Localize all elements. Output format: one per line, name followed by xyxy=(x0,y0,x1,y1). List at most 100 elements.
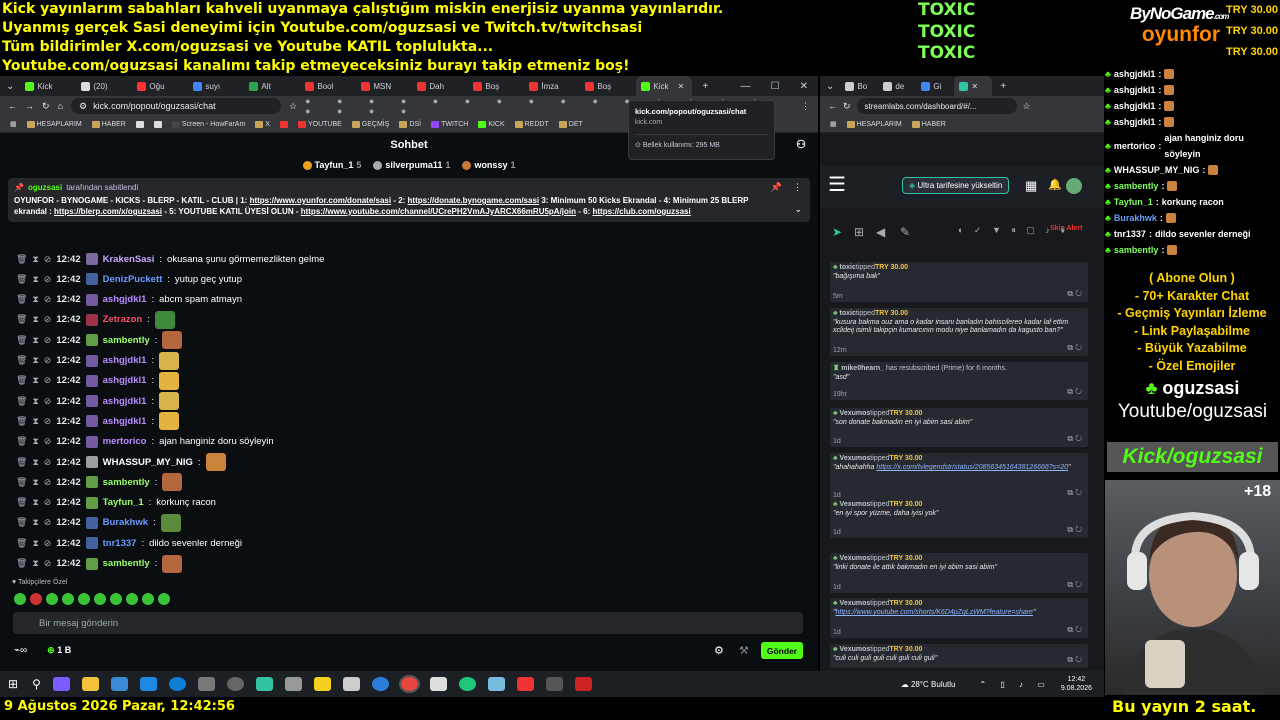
send-icon[interactable]: ➤ xyxy=(832,225,842,239)
delete-message-icon[interactable]: 🗑 xyxy=(16,497,27,508)
emote[interactable] xyxy=(78,593,90,605)
bookmark[interactable] xyxy=(135,120,144,128)
more-options-icon[interactable]: ⋮ xyxy=(793,182,802,193)
taskbar-app-icon[interactable] xyxy=(313,677,331,691)
timeout-icon[interactable]: ⧗ xyxy=(32,416,38,427)
timeout-icon[interactable]: ⧗ xyxy=(32,314,38,325)
timeout-icon[interactable]: ⧗ xyxy=(32,294,38,305)
menu-icon[interactable]: ⋮ xyxy=(801,101,810,112)
tab[interactable]: Bo xyxy=(840,76,878,96)
delete-message-icon[interactable]: 🗑 xyxy=(16,477,27,488)
maximize-button[interactable]: ☐ xyxy=(761,81,790,92)
ban-icon[interactable]: ⊘ xyxy=(44,314,52,325)
back-icon[interactable]: ← xyxy=(8,101,17,111)
taskbar-app-icon[interactable] xyxy=(226,677,244,691)
tab[interactable]: Gi xyxy=(916,76,954,96)
message-username[interactable]: ashgjdkl1 xyxy=(103,396,147,407)
user-settings-icon[interactable]: ⚇ xyxy=(796,138,806,151)
apps-icon[interactable]: ▦ xyxy=(830,120,837,128)
timeout-icon[interactable]: ⧗ xyxy=(32,497,38,508)
start-windows-icon[interactable]: ⊞ xyxy=(8,677,18,691)
bookmark[interactable]: HABER xyxy=(91,120,126,128)
tab[interactable]: Oğu xyxy=(132,76,188,96)
timeout-icon[interactable]: ⧗ xyxy=(32,396,38,407)
ban-icon[interactable]: ⊘ xyxy=(44,396,52,407)
camera-icon[interactable] xyxy=(197,677,215,691)
replay-icon[interactable]: ⧉ ↻ xyxy=(1067,387,1082,397)
chrome-icon[interactable] xyxy=(398,675,420,693)
tab-search-icon[interactable]: ⌄ xyxy=(820,81,840,92)
emote[interactable] xyxy=(30,593,42,605)
ban-icon[interactable]: ⊘ xyxy=(44,497,52,508)
emote[interactable] xyxy=(94,593,106,605)
tab[interactable]: de xyxy=(878,76,916,96)
emote[interactable] xyxy=(46,593,58,605)
close-window-button[interactable]: ✕ xyxy=(790,81,818,92)
emote[interactable] xyxy=(142,593,154,605)
timeout-icon[interactable]: ⧗ xyxy=(32,558,38,569)
bookmark[interactable]: X xyxy=(255,120,270,128)
streamlabs-icon[interactable] xyxy=(255,677,273,691)
replay-icon[interactable]: ⧉ ↻ xyxy=(1067,580,1082,590)
timeout-icon[interactable]: ⧗ xyxy=(32,375,38,386)
replay-icon[interactable]: ⧉ ↻ xyxy=(1067,289,1082,299)
home-icon[interactable]: ⌂ xyxy=(58,101,63,111)
new-tab-button[interactable]: + xyxy=(692,81,718,92)
bookmark[interactable]: REDDT xyxy=(514,120,549,128)
bookmark[interactable]: HESAPLARIM xyxy=(846,120,902,128)
gifter[interactable]: wonssy 1 xyxy=(462,160,515,170)
delete-message-icon[interactable]: 🗑 xyxy=(16,254,27,265)
tab[interactable]: İmza xyxy=(524,76,580,96)
settings-gear-icon[interactable]: ⚙ xyxy=(714,644,724,657)
megaphone-icon[interactable]: ◀ xyxy=(876,225,885,239)
message-username[interactable]: Tayfun_1 xyxy=(103,497,144,508)
message-username[interactable]: tnr1337 xyxy=(103,538,137,549)
delete-message-icon[interactable]: 🗑 xyxy=(16,457,27,468)
message-username[interactable]: sambently xyxy=(103,558,150,569)
site-info-icon[interactable]: ⚙ xyxy=(79,101,87,112)
bookmark[interactable]: TWITCH xyxy=(431,120,468,128)
message-username[interactable]: ashgjdkl1 xyxy=(103,375,147,386)
search-icon[interactable]: ⚲ xyxy=(32,677,41,691)
message-username[interactable]: mertorico xyxy=(103,436,147,447)
forward-icon[interactable]: → xyxy=(25,101,34,111)
mod-tools-icon[interactable]: ⚒ xyxy=(739,644,749,657)
url-field[interactable]: ⚙ kick.com/popout/oguzsasi/chat xyxy=(70,98,281,114)
replay-icon[interactable]: ⧉ ↻ xyxy=(1067,655,1082,665)
timeout-icon[interactable]: ⧗ xyxy=(32,477,38,488)
delete-message-icon[interactable]: 🗑 xyxy=(16,538,27,549)
replay-icon[interactable]: ⧉ ↻ xyxy=(1067,488,1082,498)
pinned-link[interactable]: https://blerp.com/x/oguzsasi xyxy=(54,207,162,216)
message-username[interactable]: sambently xyxy=(103,477,150,488)
new-tab-button[interactable]: + xyxy=(992,81,1014,92)
tab[interactable]: Kick xyxy=(20,76,76,96)
reload-icon[interactable]: ↻ xyxy=(42,101,50,112)
pinned-link[interactable]: https://www.youtube.com/channel/UCrePH2V… xyxy=(301,207,576,216)
emote[interactable] xyxy=(126,593,138,605)
upgrade-button[interactable]: ◈ Ultra tarifesine yükseltin xyxy=(902,177,1010,194)
weather-widget[interactable]: ☁ 28°C Bulutlu xyxy=(901,680,956,689)
minimize-button[interactable]: — xyxy=(731,81,761,92)
delete-message-icon[interactable]: 🗑 xyxy=(16,436,27,447)
pinned-link[interactable]: https://www.oyunfor.com/donate/sasi xyxy=(250,196,392,205)
message-username[interactable]: Burakhwk xyxy=(103,517,148,528)
edge-icon[interactable] xyxy=(168,677,186,691)
ban-icon[interactable]: ⊘ xyxy=(44,274,52,285)
delete-message-icon[interactable]: 🗑 xyxy=(16,558,27,569)
ban-icon[interactable]: ⊘ xyxy=(44,436,52,447)
ban-icon[interactable]: ⊘ xyxy=(44,375,52,386)
bookmark[interactable]: DSİ xyxy=(399,120,421,128)
bookmark-star-icon[interactable]: ☆ xyxy=(1023,101,1031,112)
skip-alert-button[interactable]: Skip Alert xyxy=(1050,225,1082,232)
delete-message-icon[interactable]: 🗑 xyxy=(16,396,27,407)
timeout-icon[interactable]: ⧗ xyxy=(32,274,38,285)
clock[interactable]: 12:42 9.08.2026 xyxy=(1061,675,1092,693)
tab[interactable]: MSN xyxy=(356,76,412,96)
ban-icon[interactable]: ⊘ xyxy=(44,335,52,346)
send-button[interactable]: Gönder xyxy=(761,642,803,659)
message-username[interactable]: Zetrazon xyxy=(103,314,143,325)
delete-message-icon[interactable]: 🗑 xyxy=(16,355,27,366)
timeout-icon[interactable]: ⧗ xyxy=(32,436,38,447)
timeout-icon[interactable]: ⧗ xyxy=(32,254,38,265)
collapse-chevron-icon[interactable]: ⌄ xyxy=(794,204,802,215)
